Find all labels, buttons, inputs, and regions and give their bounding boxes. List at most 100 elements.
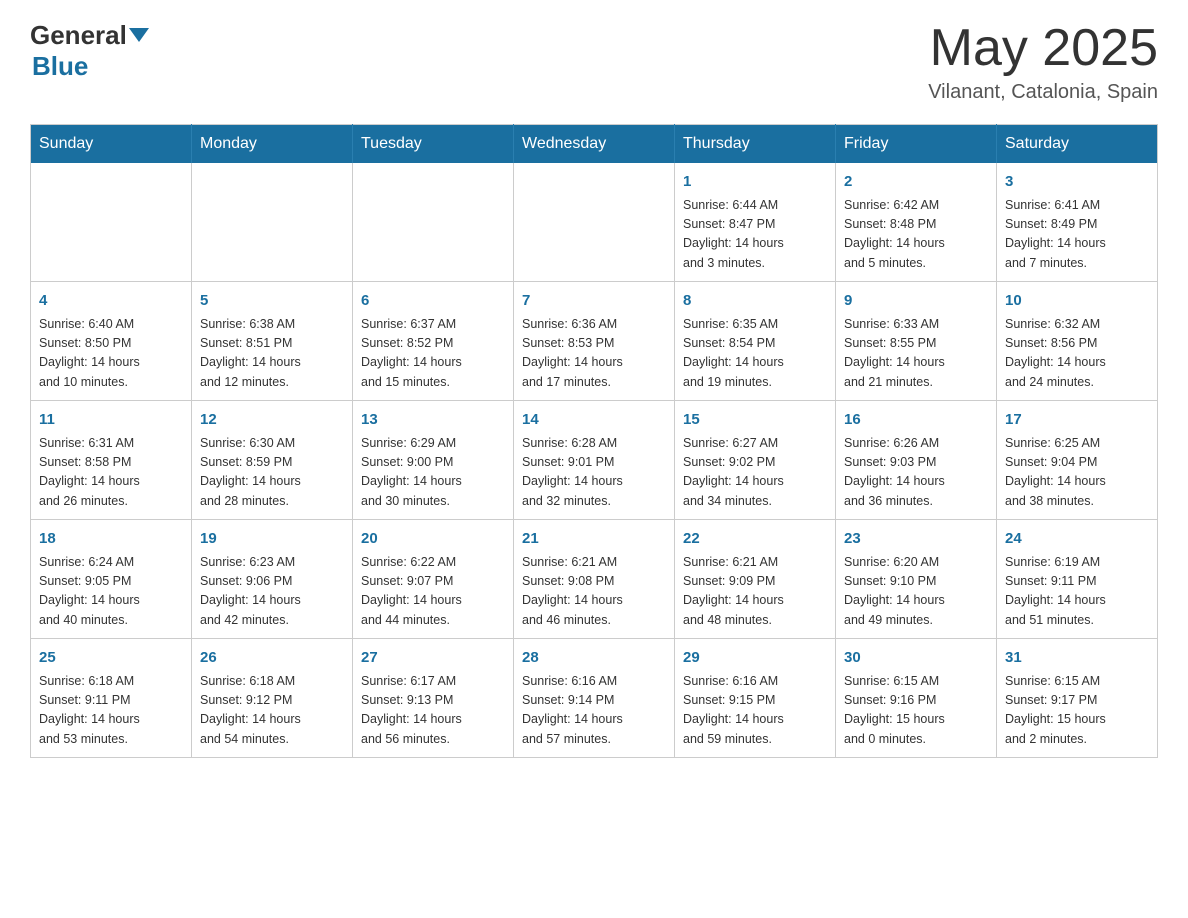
page-header: General Blue May 2025 Vilanant, Cataloni… [30,20,1158,104]
day-info: Sunrise: 6:16 AM Sunset: 9:14 PM Dayligh… [522,672,666,750]
day-number: 11 [39,409,183,432]
calendar-cell [353,163,514,282]
calendar-week-row: 1Sunrise: 6:44 AM Sunset: 8:47 PM Daylig… [31,163,1158,282]
day-number: 27 [361,647,505,670]
calendar-cell: 13Sunrise: 6:29 AM Sunset: 9:00 PM Dayli… [353,401,514,520]
calendar-week-row: 18Sunrise: 6:24 AM Sunset: 9:05 PM Dayli… [31,520,1158,639]
day-number: 20 [361,528,505,551]
day-info: Sunrise: 6:30 AM Sunset: 8:59 PM Dayligh… [200,434,344,512]
day-info: Sunrise: 6:23 AM Sunset: 9:06 PM Dayligh… [200,553,344,631]
day-number: 10 [1005,290,1149,313]
day-number: 28 [522,647,666,670]
calendar-table: SundayMondayTuesdayWednesdayThursdayFrid… [30,124,1158,758]
day-number: 24 [1005,528,1149,551]
day-number: 23 [844,528,988,551]
day-info: Sunrise: 6:42 AM Sunset: 8:48 PM Dayligh… [844,196,988,274]
day-number: 14 [522,409,666,432]
day-info: Sunrise: 6:37 AM Sunset: 8:52 PM Dayligh… [361,315,505,393]
calendar-cell: 6Sunrise: 6:37 AM Sunset: 8:52 PM Daylig… [353,282,514,401]
location-subtitle: Vilanant, Catalonia, Spain [928,81,1158,104]
day-info: Sunrise: 6:35 AM Sunset: 8:54 PM Dayligh… [683,315,827,393]
day-info: Sunrise: 6:15 AM Sunset: 9:17 PM Dayligh… [1005,672,1149,750]
day-info: Sunrise: 6:22 AM Sunset: 9:07 PM Dayligh… [361,553,505,631]
weekday-header-monday: Monday [192,125,353,164]
day-info: Sunrise: 6:44 AM Sunset: 8:47 PM Dayligh… [683,196,827,274]
calendar-cell: 28Sunrise: 6:16 AM Sunset: 9:14 PM Dayli… [514,639,675,758]
day-number: 16 [844,409,988,432]
day-info: Sunrise: 6:19 AM Sunset: 9:11 PM Dayligh… [1005,553,1149,631]
day-number: 17 [1005,409,1149,432]
day-number: 1 [683,171,827,194]
day-number: 26 [200,647,344,670]
calendar-cell: 21Sunrise: 6:21 AM Sunset: 9:08 PM Dayli… [514,520,675,639]
weekday-header-saturday: Saturday [997,125,1158,164]
day-number: 18 [39,528,183,551]
day-info: Sunrise: 6:31 AM Sunset: 8:58 PM Dayligh… [39,434,183,512]
calendar-cell: 1Sunrise: 6:44 AM Sunset: 8:47 PM Daylig… [675,163,836,282]
calendar-cell: 15Sunrise: 6:27 AM Sunset: 9:02 PM Dayli… [675,401,836,520]
day-number: 8 [683,290,827,313]
calendar-cell: 12Sunrise: 6:30 AM Sunset: 8:59 PM Dayli… [192,401,353,520]
day-info: Sunrise: 6:15 AM Sunset: 9:16 PM Dayligh… [844,672,988,750]
calendar-cell: 18Sunrise: 6:24 AM Sunset: 9:05 PM Dayli… [31,520,192,639]
day-number: 12 [200,409,344,432]
day-number: 2 [844,171,988,194]
calendar-cell: 17Sunrise: 6:25 AM Sunset: 9:04 PM Dayli… [997,401,1158,520]
day-number: 21 [522,528,666,551]
logo-blue-part [127,28,149,44]
weekday-header-thursday: Thursday [675,125,836,164]
calendar-cell: 26Sunrise: 6:18 AM Sunset: 9:12 PM Dayli… [192,639,353,758]
day-number: 31 [1005,647,1149,670]
day-info: Sunrise: 6:21 AM Sunset: 9:09 PM Dayligh… [683,553,827,631]
calendar-cell: 4Sunrise: 6:40 AM Sunset: 8:50 PM Daylig… [31,282,192,401]
calendar-cell: 25Sunrise: 6:18 AM Sunset: 9:11 PM Dayli… [31,639,192,758]
calendar-cell [192,163,353,282]
calendar-cell: 30Sunrise: 6:15 AM Sunset: 9:16 PM Dayli… [836,639,997,758]
day-info: Sunrise: 6:29 AM Sunset: 9:00 PM Dayligh… [361,434,505,512]
weekday-header-wednesday: Wednesday [514,125,675,164]
calendar-cell: 9Sunrise: 6:33 AM Sunset: 8:55 PM Daylig… [836,282,997,401]
calendar-cell: 29Sunrise: 6:16 AM Sunset: 9:15 PM Dayli… [675,639,836,758]
calendar-cell: 14Sunrise: 6:28 AM Sunset: 9:01 PM Dayli… [514,401,675,520]
day-info: Sunrise: 6:17 AM Sunset: 9:13 PM Dayligh… [361,672,505,750]
day-number: 25 [39,647,183,670]
calendar-week-row: 25Sunrise: 6:18 AM Sunset: 9:11 PM Dayli… [31,639,1158,758]
day-info: Sunrise: 6:40 AM Sunset: 8:50 PM Dayligh… [39,315,183,393]
calendar-cell: 19Sunrise: 6:23 AM Sunset: 9:06 PM Dayli… [192,520,353,639]
day-number: 15 [683,409,827,432]
day-info: Sunrise: 6:38 AM Sunset: 8:51 PM Dayligh… [200,315,344,393]
month-title: May 2025 [928,20,1158,77]
calendar-cell: 23Sunrise: 6:20 AM Sunset: 9:10 PM Dayli… [836,520,997,639]
logo-blue-text: Blue [32,51,88,81]
day-info: Sunrise: 6:41 AM Sunset: 8:49 PM Dayligh… [1005,196,1149,274]
calendar-cell: 2Sunrise: 6:42 AM Sunset: 8:48 PM Daylig… [836,163,997,282]
day-info: Sunrise: 6:18 AM Sunset: 9:11 PM Dayligh… [39,672,183,750]
calendar-cell [31,163,192,282]
calendar-cell: 11Sunrise: 6:31 AM Sunset: 8:58 PM Dayli… [31,401,192,520]
calendar-cell: 5Sunrise: 6:38 AM Sunset: 8:51 PM Daylig… [192,282,353,401]
day-info: Sunrise: 6:33 AM Sunset: 8:55 PM Dayligh… [844,315,988,393]
weekday-header-friday: Friday [836,125,997,164]
day-info: Sunrise: 6:18 AM Sunset: 9:12 PM Dayligh… [200,672,344,750]
day-number: 30 [844,647,988,670]
day-number: 3 [1005,171,1149,194]
calendar-cell: 8Sunrise: 6:35 AM Sunset: 8:54 PM Daylig… [675,282,836,401]
day-info: Sunrise: 6:26 AM Sunset: 9:03 PM Dayligh… [844,434,988,512]
calendar-cell: 22Sunrise: 6:21 AM Sunset: 9:09 PM Dayli… [675,520,836,639]
weekday-header-row: SundayMondayTuesdayWednesdayThursdayFrid… [31,125,1158,164]
calendar-week-row: 4Sunrise: 6:40 AM Sunset: 8:50 PM Daylig… [31,282,1158,401]
calendar-cell: 24Sunrise: 6:19 AM Sunset: 9:11 PM Dayli… [997,520,1158,639]
day-info: Sunrise: 6:21 AM Sunset: 9:08 PM Dayligh… [522,553,666,631]
day-number: 29 [683,647,827,670]
day-info: Sunrise: 6:28 AM Sunset: 9:01 PM Dayligh… [522,434,666,512]
calendar-cell: 16Sunrise: 6:26 AM Sunset: 9:03 PM Dayli… [836,401,997,520]
calendar-cell: 10Sunrise: 6:32 AM Sunset: 8:56 PM Dayli… [997,282,1158,401]
day-number: 6 [361,290,505,313]
title-section: May 2025 Vilanant, Catalonia, Spain [928,20,1158,104]
day-number: 9 [844,290,988,313]
calendar-cell: 27Sunrise: 6:17 AM Sunset: 9:13 PM Dayli… [353,639,514,758]
day-info: Sunrise: 6:16 AM Sunset: 9:15 PM Dayligh… [683,672,827,750]
calendar-cell: 20Sunrise: 6:22 AM Sunset: 9:07 PM Dayli… [353,520,514,639]
logo: General Blue [30,20,149,82]
day-number: 4 [39,290,183,313]
